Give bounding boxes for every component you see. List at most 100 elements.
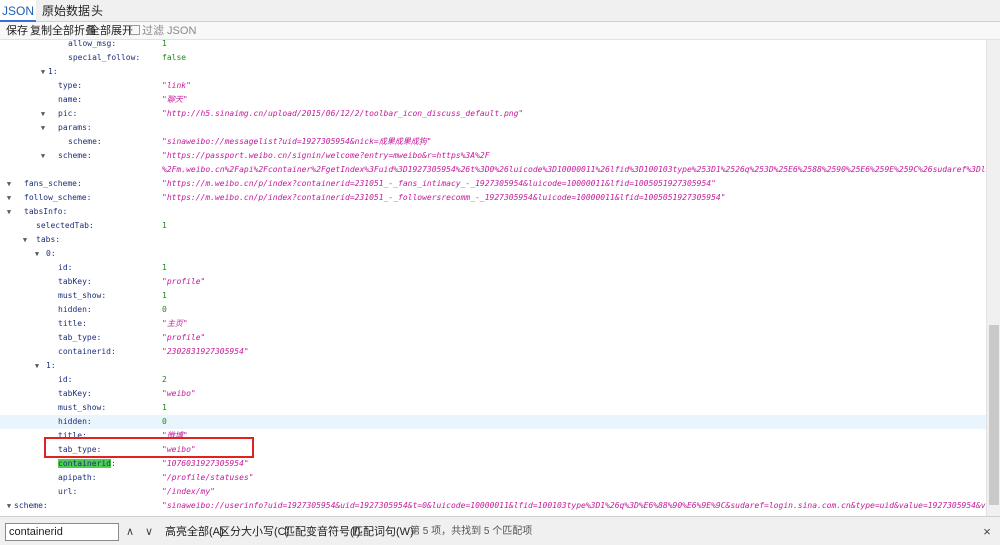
json-value: "/index/my" <box>162 487 215 496</box>
json-value: "https://m.weibo.cn/p/index?containerid=… <box>162 179 716 188</box>
json-value: "/profile/statuses" <box>162 473 254 482</box>
collapse-toggle-icon[interactable]: ▼ <box>38 149 48 163</box>
collapse-toggle-icon[interactable]: ▼ <box>4 191 14 205</box>
collapse-toggle-icon[interactable]: ▼ <box>38 121 48 135</box>
collapse-toggle-icon[interactable]: ▼ <box>32 247 42 261</box>
json-value: "1076031927305954" <box>162 459 249 468</box>
json-value: false <box>162 53 187 62</box>
json-row: title: "主页" <box>0 317 986 331</box>
json-row: containerid: "1076031927305954" <box>0 457 986 471</box>
json-value: 1 <box>162 40 167 48</box>
json-value: "weibo" <box>162 389 196 398</box>
json-value: "http://h5.sinaimg.cn/upload/2015/06/12/… <box>162 109 524 118</box>
json-key: params: <box>58 123 92 132</box>
find-bar: ∧ ∨ 高亮全部(A) 区分大小写(C) 匹配变音符号(I) 匹配词句(W) 第… <box>0 516 1000 545</box>
json-key: must_show: <box>58 291 107 300</box>
json-key: 1: <box>46 361 56 370</box>
tab-json[interactable]: JSON <box>0 0 36 22</box>
json-key: tab_type: <box>58 333 102 342</box>
highlight-all-button[interactable]: 高亮全部(A) <box>165 524 224 540</box>
save-button[interactable]: 保存 <box>6 23 28 39</box>
json-row: hidden: 0 <box>0 303 986 317</box>
json-value: "主页" <box>162 319 188 328</box>
json-key: must_show: <box>58 403 107 412</box>
json-key: pic: <box>58 109 78 118</box>
json-value: "https://passport.weibo.cn/signin/welcom… <box>162 151 490 160</box>
json-row: ▼ follow_scheme: "https://m.weibo.cn/p/ind… <box>0 191 986 205</box>
tab-bar: JSON 原始数据 头 <box>0 0 1000 22</box>
find-status: 第 5 项，共找到 5 个匹配项 <box>410 526 533 537</box>
match-diacritics-button[interactable]: 匹配变音符号(I) <box>284 524 360 540</box>
collapse-toggle-icon[interactable]: ▼ <box>4 499 14 513</box>
json-key: tabKey: <box>58 277 92 286</box>
json-row: ▼ scheme: "sinaweibo://userinfo?uid=192730… <box>0 499 986 513</box>
json-value: "2302831927305954" <box>162 347 249 356</box>
collapse-toggle-icon[interactable]: ▼ <box>4 177 14 191</box>
collapse-toggle-icon[interactable]: ▼ <box>20 233 30 247</box>
json-row: ▼ fans_scheme: "https://m.weibo.cn/p/index… <box>0 177 986 191</box>
json-row: ▼ scheme: "https://passport.weibo.cn/signi… <box>0 149 986 163</box>
json-row: name: "聊天" <box>0 93 986 107</box>
tab-raw-data[interactable]: 原始数据 <box>40 0 92 22</box>
json-value: 1 <box>162 221 167 230</box>
json-row: scheme: "sinaweibo://messagelist?uid=1927… <box>0 135 986 149</box>
json-row: id: 1 <box>0 261 986 275</box>
collapse-toggle-icon[interactable]: ▼ <box>4 205 14 219</box>
copy-button[interactable]: 复制 <box>30 23 52 39</box>
json-row: id: 2 <box>0 373 986 387</box>
json-key: containerid: <box>58 347 116 356</box>
find-input[interactable] <box>5 523 119 541</box>
json-key: containerid: <box>58 459 116 468</box>
tab-headers[interactable]: 头 <box>90 0 104 22</box>
json-key: hidden: <box>58 417 92 426</box>
json-key: fans_scheme: <box>24 179 82 188</box>
vertical-scrollbar[interactable] <box>986 40 1000 516</box>
json-value: 0 <box>162 417 167 426</box>
json-key: hidden: <box>58 305 92 314</box>
json-key: follow_scheme: <box>24 193 92 202</box>
json-key: apipath: <box>58 473 97 482</box>
json-value: "link" <box>162 81 191 90</box>
filter-json-input[interactable]: 过滤 JSON <box>130 23 196 39</box>
json-value: "profile" <box>162 277 206 286</box>
json-key: selectedTab: <box>36 221 94 230</box>
json-row: allow_msg: 1 <box>0 40 986 51</box>
collapse-toggle-icon[interactable]: ▼ <box>38 107 48 121</box>
json-row: tabKey: "weibo" <box>0 387 986 401</box>
whole-words-button[interactable]: 匹配词句(W) <box>352 524 414 540</box>
json-row: special_follow: false <box>0 51 986 65</box>
json-key: 1: <box>48 67 58 76</box>
json-row: containerid: "2302831927305954" <box>0 345 986 359</box>
json-key: title: <box>58 319 87 328</box>
json-row: must_show: 1 <box>0 289 986 303</box>
json-value: "sinaweibo://userinfo?uid=1927305954&uid… <box>162 501 986 510</box>
json-row: ▼ 1: <box>0 65 986 79</box>
filter-placeholder: 过滤 JSON <box>142 25 197 37</box>
chevron-down-icon[interactable]: ∨ <box>141 524 157 540</box>
json-key: id: <box>58 263 73 272</box>
json-row: %2Fm.weibo.cn%2Fapi%2Fcontainer%2FgetInd… <box>0 163 986 177</box>
json-key: scheme: <box>58 151 92 160</box>
collapse-toggle-icon[interactable]: ▼ <box>38 65 48 79</box>
filter-icon <box>130 25 140 35</box>
json-key: scheme: <box>68 137 102 146</box>
json-value: "https://m.weibo.cn/p/index?containerid=… <box>162 193 726 202</box>
match-case-button[interactable]: 区分大小写(C) <box>219 524 289 540</box>
json-row: type: "link" <box>0 79 986 93</box>
json-row: selectedTab: 1 <box>0 219 986 233</box>
json-row: ▼ tabsInfo: <box>0 205 986 219</box>
json-value: 1 <box>162 263 167 272</box>
close-icon[interactable]: × <box>980 524 994 540</box>
collapse-toggle-icon[interactable]: ▼ <box>32 359 42 373</box>
json-key: 0: <box>46 249 56 258</box>
json-value: 1 <box>162 291 167 300</box>
annotation-red-box <box>44 437 254 458</box>
json-value: "sinaweibo://messagelist?uid=1927305954&… <box>162 137 432 146</box>
json-key: tabs: <box>36 235 61 244</box>
json-value: 0 <box>162 305 167 314</box>
scrollbar-thumb[interactable] <box>989 325 999 505</box>
chevron-up-icon[interactable]: ∧ <box>122 524 138 540</box>
json-row: tab_type: "profile" <box>0 331 986 345</box>
json-key: name: <box>58 95 83 104</box>
expand-all-button[interactable]: 全部展开 <box>89 23 133 39</box>
